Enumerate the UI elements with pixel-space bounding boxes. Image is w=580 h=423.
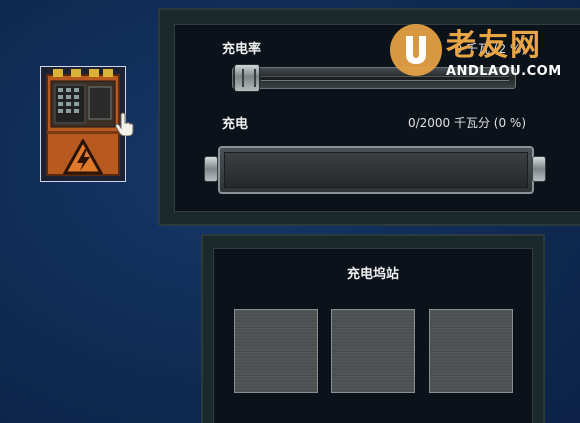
bar-right-bolt — [532, 156, 546, 182]
charging-dock-title: 充电坞站 — [346, 267, 399, 282]
charge-progress-bar — [218, 146, 534, 194]
charge-label: 充电 — [222, 117, 249, 132]
dock-slot-2[interactable] — [331, 309, 415, 393]
site-watermark-brand: 老友网 — [446, 28, 542, 63]
charge-rate-label: 充电率 — [222, 42, 262, 57]
charging-dock-panel: 充电坞站 — [201, 234, 545, 423]
charge-rate-slider-thumb[interactable] — [234, 64, 260, 92]
charge-progress-track — [224, 152, 528, 188]
charging-dock-panel-inner: 充电坞站 — [213, 248, 533, 423]
hand-cursor-icon — [115, 112, 134, 136]
charge-value: 0/2000 千瓦分 (0 %) — [407, 116, 526, 130]
dock-slot-3[interactable] — [429, 309, 513, 393]
high-voltage-warning-icon — [63, 139, 103, 175]
site-watermark-logo — [390, 24, 442, 76]
dock-slot-1[interactable] — [234, 309, 318, 393]
bar-left-bolt — [204, 156, 218, 182]
charger-machine-card[interactable] — [40, 66, 126, 182]
site-watermark-domain: ANDLAOU.COM — [446, 64, 562, 79]
